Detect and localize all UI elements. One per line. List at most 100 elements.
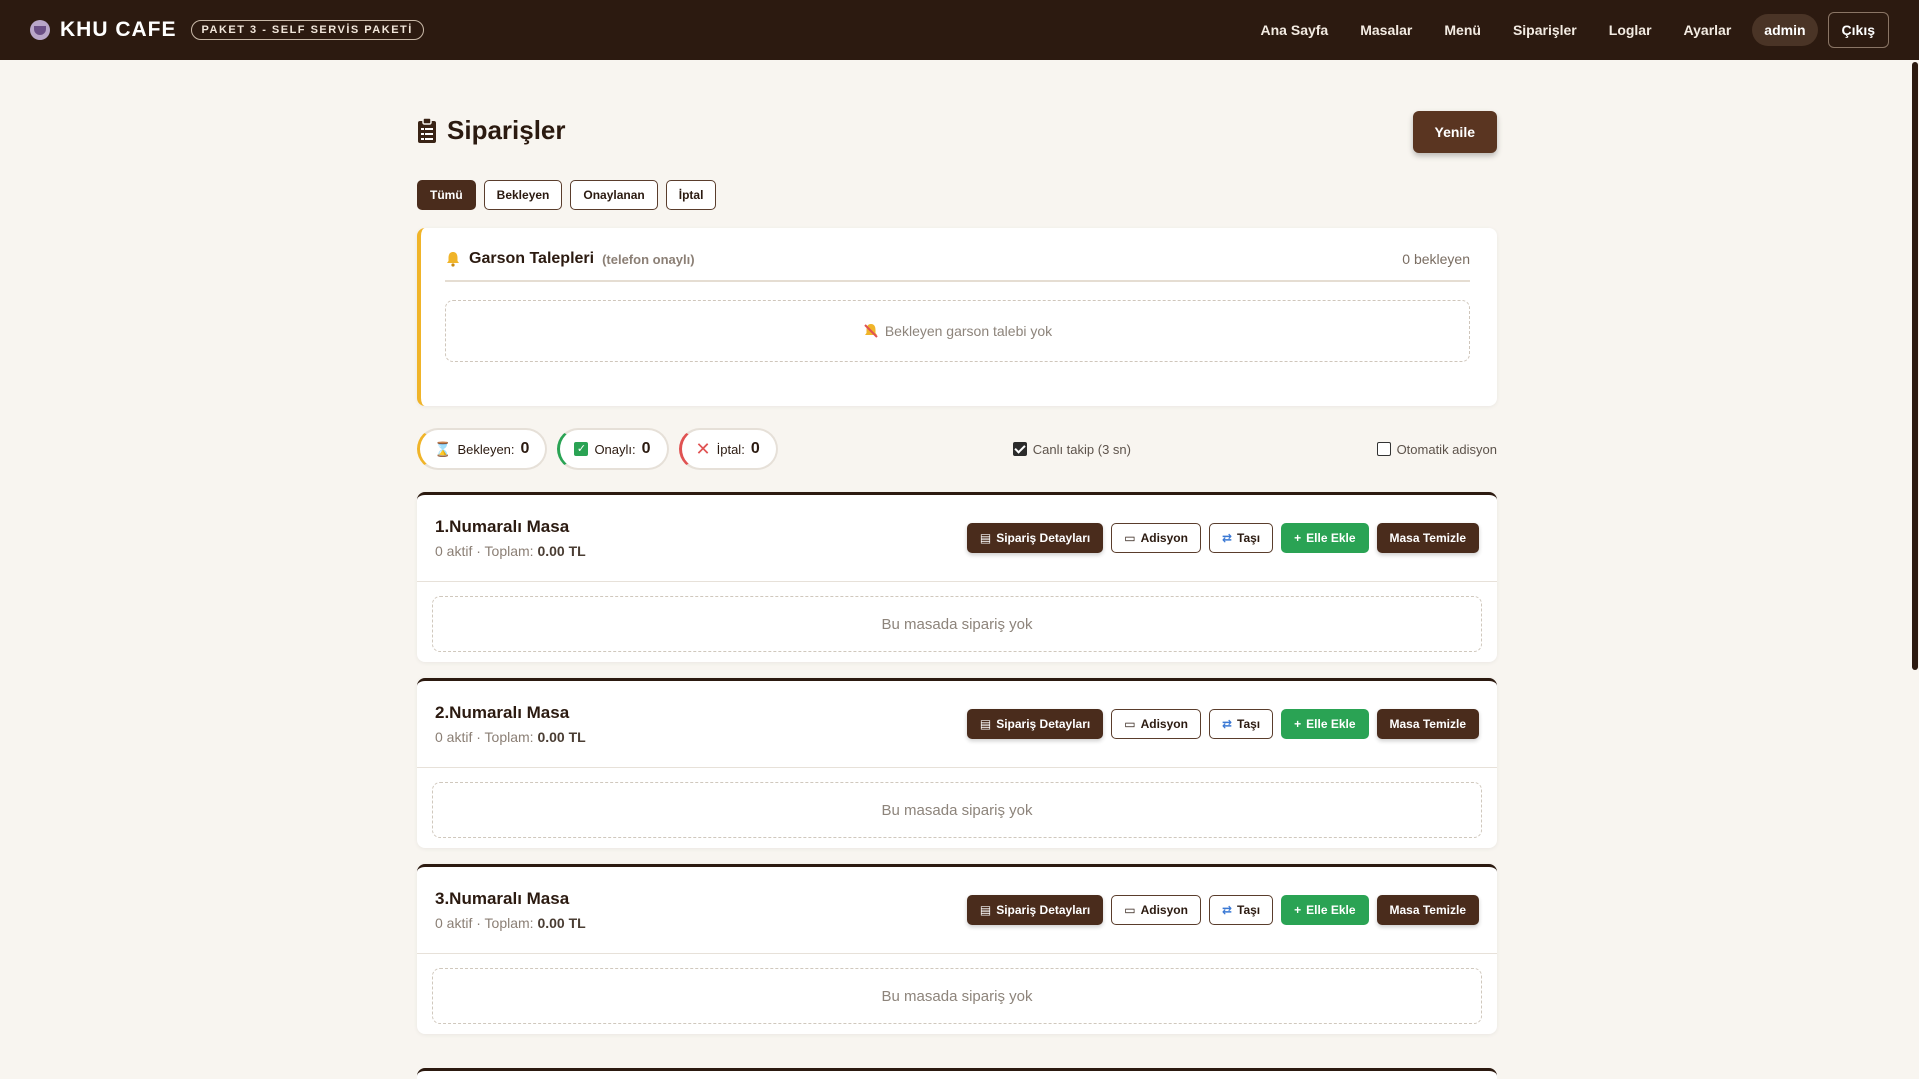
stat-pending-label: Bekleyen:: [457, 441, 515, 457]
move-button[interactable]: ⇄ Taşı: [1208, 523, 1274, 553]
scrollbar-thumb[interactable]: [1912, 62, 1918, 670]
table-meta-text: 0 aktif · Toplam:: [435, 729, 534, 745]
table-meta-text: 0 aktif · Toplam:: [435, 543, 534, 559]
table-name: 3.Numaralı Masa: [435, 889, 570, 908]
bill-label: Adisyon: [1140, 903, 1188, 917]
waiter-requests-title: Garson Talepleri: [469, 250, 595, 267]
nav-link-orders[interactable]: Siparişler: [1502, 14, 1588, 46]
clean-table-button[interactable]: Masa Temizle: [1376, 895, 1479, 925]
stat-pending[interactable]: ⌛ Bekleyen: 0: [417, 428, 548, 470]
table-total: 0.00 TL: [537, 915, 586, 931]
bill-label: Adisyon: [1140, 717, 1188, 731]
stat-cancelled[interactable]: ✕ İptal: 0: [678, 428, 778, 470]
bill-button[interactable]: ▭ Adisyon: [1111, 523, 1201, 553]
move-button[interactable]: ⇄ Taşı: [1208, 895, 1274, 925]
manual-add-label: Elle Ekle: [1306, 903, 1356, 917]
clean-table-button[interactable]: Masa Temizle: [1376, 709, 1479, 739]
manual-add-button[interactable]: + Elle Ekle: [1281, 895, 1369, 925]
stat-cancelled-value: 0: [750, 440, 760, 457]
bill-button[interactable]: ▭ Adisyon: [1111, 895, 1201, 925]
waiter-requests-empty: Bekleyen garson talebi yok: [445, 300, 1470, 362]
swap-icon: ⇄: [1221, 531, 1232, 545]
main-content: Siparişler Yenile Tümü Bekleyen Onaylana…: [417, 60, 1497, 1034]
order-details-button[interactable]: ▤ Sipariş Detayları: [966, 895, 1104, 925]
clean-table-button[interactable]: Masa Temizle: [1376, 523, 1479, 553]
plus-icon: +: [1294, 717, 1302, 731]
logout-button[interactable]: Çıkış: [1827, 12, 1889, 48]
table-card-header: 2.Numaralı Masa 0 aktif · Toplam: 0.00 T…: [417, 681, 1497, 768]
order-details-button[interactable]: ▤ Sipariş Detayları: [966, 709, 1104, 739]
table-actions: ▤ Sipariş Detayları ▭ Adisyon ⇄ Taşı + Elle …: [966, 709, 1479, 739]
nav-link-logs[interactable]: Loglar: [1598, 14, 1663, 46]
live-tracking-label: Canlı takip (3 sn): [1032, 441, 1131, 457]
receipt-icon: ▤: [979, 531, 992, 545]
move-label: Taşı: [1237, 531, 1261, 545]
auto-bill-toggle[interactable]: Otomatik adisyon: [1376, 441, 1497, 457]
nav-link-settings[interactable]: Ayarlar: [1673, 14, 1743, 46]
waiter-requests-empty-text: Bekleyen garson talebi yok: [884, 323, 1053, 339]
table-empty-state: Bu masada sipariş yok: [432, 968, 1482, 1024]
filter-cancelled[interactable]: İptal: [665, 180, 717, 210]
package-badge: PAKET 3 - SELF SERVİS PAKETİ: [190, 20, 424, 40]
table-meta: 0 aktif · Toplam: 0.00 TL: [435, 729, 586, 745]
order-details-button[interactable]: ▤ Sipariş Detayları: [966, 523, 1104, 553]
table-card: 2.Numaralı Masa 0 aktif · Toplam: 0.00 T…: [417, 678, 1497, 848]
stats-row: ⌛ Bekleyen: 0 ✓ Onaylı: 0 ✕ İptal: 0 Can…: [417, 428, 1497, 470]
nav-link-tables[interactable]: Masalar: [1349, 14, 1423, 46]
nav-link-menu[interactable]: Menü: [1433, 14, 1492, 46]
bell-off-icon: [864, 324, 878, 338]
manual-add-button[interactable]: + Elle Ekle: [1281, 709, 1369, 739]
auto-bill-label: Otomatik adisyon: [1396, 441, 1497, 457]
top-navbar: KHU CAFE PAKET 3 - SELF SERVİS PAKETİ An…: [0, 0, 1919, 60]
hourglass-icon: ⌛: [434, 440, 452, 457]
table-actions: ▤ Sipariş Detayları ▭ Adisyon ⇄ Taşı + Elle …: [966, 523, 1479, 553]
table-total: 0.00 TL: [537, 729, 586, 745]
order-details-label: Sipariş Detayları: [996, 903, 1091, 917]
table-meta: 0 aktif · Toplam: 0.00 TL: [435, 915, 586, 931]
table-empty-state: Bu masada sipariş yok: [432, 596, 1482, 652]
brand-name: KHU CAFE: [60, 18, 177, 41]
brand[interactable]: KHU CAFE PAKET 3 - SELF SERVİS PAKETİ: [30, 18, 424, 42]
stat-approved-value: 0: [641, 440, 651, 457]
filter-all[interactable]: Tümü: [417, 180, 476, 210]
plus-icon: +: [1294, 903, 1302, 917]
clipboard-icon: [418, 117, 436, 143]
coffee-cup-icon: [30, 20, 50, 40]
user-badge[interactable]: admin: [1752, 14, 1818, 46]
table-meta-text: 0 aktif · Toplam:: [435, 915, 534, 931]
stat-cancelled-label: İptal:: [716, 441, 745, 457]
manual-add-button[interactable]: + Elle Ekle: [1281, 523, 1369, 553]
table-total: 0.00 TL: [537, 543, 586, 559]
stat-pending-value: 0: [520, 440, 530, 457]
table-name: 1.Numaralı Masa: [435, 517, 570, 536]
stat-approved[interactable]: ✓ Onaylı: 0: [557, 428, 669, 470]
nav-links: Ana Sayfa Masalar Menü Siparişler Loglar…: [1250, 12, 1889, 48]
filter-approved[interactable]: Onaylanan: [570, 180, 658, 210]
waiter-requests-header: Garson Talepleri (telefon onaylı) 0 bekl…: [445, 250, 1470, 282]
waiter-requests-card: Garson Talepleri (telefon onaylı) 0 bekl…: [417, 228, 1497, 406]
nav-link-home[interactable]: Ana Sayfa: [1250, 14, 1340, 46]
cross-icon: ✕: [695, 438, 711, 459]
refresh-button[interactable]: Yenile: [1412, 111, 1497, 153]
table-card-header: 1.Numaralı Masa 0 aktif · Toplam: 0.00 T…: [417, 495, 1497, 582]
page-title-text: Siparişler: [447, 115, 566, 145]
auto-bill-checkbox[interactable]: [1376, 442, 1391, 456]
clean-table-label: Masa Temizle: [1389, 717, 1466, 731]
bell-icon: [447, 252, 459, 267]
cash-icon: ▭: [1124, 903, 1136, 917]
move-label: Taşı: [1237, 717, 1261, 731]
table-card: 1.Numaralı Masa 0 aktif · Toplam: 0.00 T…: [417, 492, 1497, 662]
table-meta: 0 aktif · Toplam: 0.00 TL: [435, 543, 586, 559]
bill-button[interactable]: ▭ Adisyon: [1111, 709, 1201, 739]
table-actions: ▤ Sipariş Detayları ▭ Adisyon ⇄ Taşı + Elle …: [966, 895, 1479, 925]
move-button[interactable]: ⇄ Taşı: [1208, 709, 1274, 739]
swap-icon: ⇄: [1221, 717, 1232, 731]
manual-add-label: Elle Ekle: [1306, 717, 1356, 731]
plus-icon: +: [1294, 531, 1302, 545]
live-tracking-checkbox[interactable]: [1012, 442, 1027, 456]
bill-label: Adisyon: [1140, 531, 1188, 545]
clean-table-label: Masa Temizle: [1389, 531, 1466, 545]
filter-pending[interactable]: Bekleyen: [483, 180, 563, 210]
live-tracking-toggle[interactable]: Canlı takip (3 sn): [1012, 441, 1131, 457]
table-empty-state: Bu masada sipariş yok: [432, 782, 1482, 838]
